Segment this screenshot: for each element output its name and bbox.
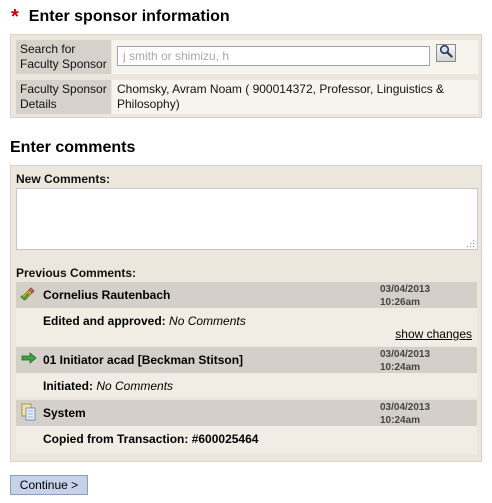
comment-text: No Comments xyxy=(169,314,246,328)
comment-action-line: Copied from Transaction: #600025464 xyxy=(43,432,258,446)
new-comments-textarea[interactable] xyxy=(16,188,478,250)
magnifier-icon xyxy=(439,44,453,62)
sponsor-section-title: * Enter sponsor information xyxy=(11,6,230,28)
comment-author: 01 Initiator acad [Beckman Stitson] xyxy=(43,353,244,367)
comments-panel: New Comments: Previous Comments: Corneli… xyxy=(10,165,482,462)
comments-section-title: Enter comments xyxy=(10,139,136,156)
edit-approve-icon xyxy=(20,285,38,303)
comment-text: No Comments xyxy=(96,379,174,393)
comment-action: Initiated: xyxy=(43,379,93,393)
sponsor-title-text: Enter sponsor information xyxy=(28,8,230,25)
search-button[interactable] xyxy=(436,44,456,62)
comment-action: Copied from Transaction: xyxy=(43,432,189,446)
comment-date: 03/04/2013 xyxy=(380,284,431,295)
comment-timestamp: 03/04/2013 10:24am xyxy=(380,348,430,374)
comment-entry-header: Cornelius Rautenbach 03/04/2013 10:26am xyxy=(16,282,477,308)
new-comments-label: New Comments: xyxy=(16,172,111,186)
search-sponsor-label: Search for Faculty Sponsor xyxy=(16,40,111,74)
comment-date: 03/04/2013 xyxy=(380,349,431,360)
comment-author: System xyxy=(43,406,86,420)
copy-document-icon xyxy=(20,403,38,421)
comment-entry-header: 01 Initiator acad [Beckman Stitson] 03/0… xyxy=(16,347,477,373)
comment-timestamp: 03/04/2013 10:24am xyxy=(380,401,430,427)
sponsor-details-label: Faculty Sponsor Details xyxy=(16,80,111,114)
comment-date: 03/04/2013 xyxy=(380,402,431,413)
continue-button[interactable]: Continue > xyxy=(10,475,88,495)
sponsor-panel: Search for Faculty Sponsor Faculty Spons… xyxy=(10,34,482,118)
previous-comments-label: Previous Comments: xyxy=(16,266,137,280)
comment-author: Cornelius Rautenbach xyxy=(43,288,171,302)
comment-text: #600025464 xyxy=(191,432,259,446)
sponsor-search-input[interactable] xyxy=(117,46,430,66)
comment-entry-header: System 03/04/2013 10:24am xyxy=(16,400,477,426)
required-mark: * xyxy=(11,6,19,28)
comment-entry-body: Initiated: No Comments xyxy=(16,373,477,397)
resize-grip-icon[interactable] xyxy=(465,238,475,248)
comment-entry-body: Copied from Transaction: #600025464 xyxy=(16,426,477,454)
sponsor-details-value: Chomsky, Avram Noam ( 900014372, Profess… xyxy=(112,80,478,114)
green-arrow-icon xyxy=(20,350,38,368)
search-sponsor-cell xyxy=(112,40,478,74)
show-changes-link[interactable]: show changes xyxy=(395,327,472,341)
comment-action: Edited and approved: xyxy=(43,314,166,328)
comment-action-line: Edited and approved: No Comments xyxy=(43,314,246,328)
comment-entry-body: Edited and approved: No Comments show ch… xyxy=(16,308,477,346)
comment-timestamp: 03/04/2013 10:26am xyxy=(380,283,430,309)
comment-action-line: Initiated: No Comments xyxy=(43,379,173,393)
